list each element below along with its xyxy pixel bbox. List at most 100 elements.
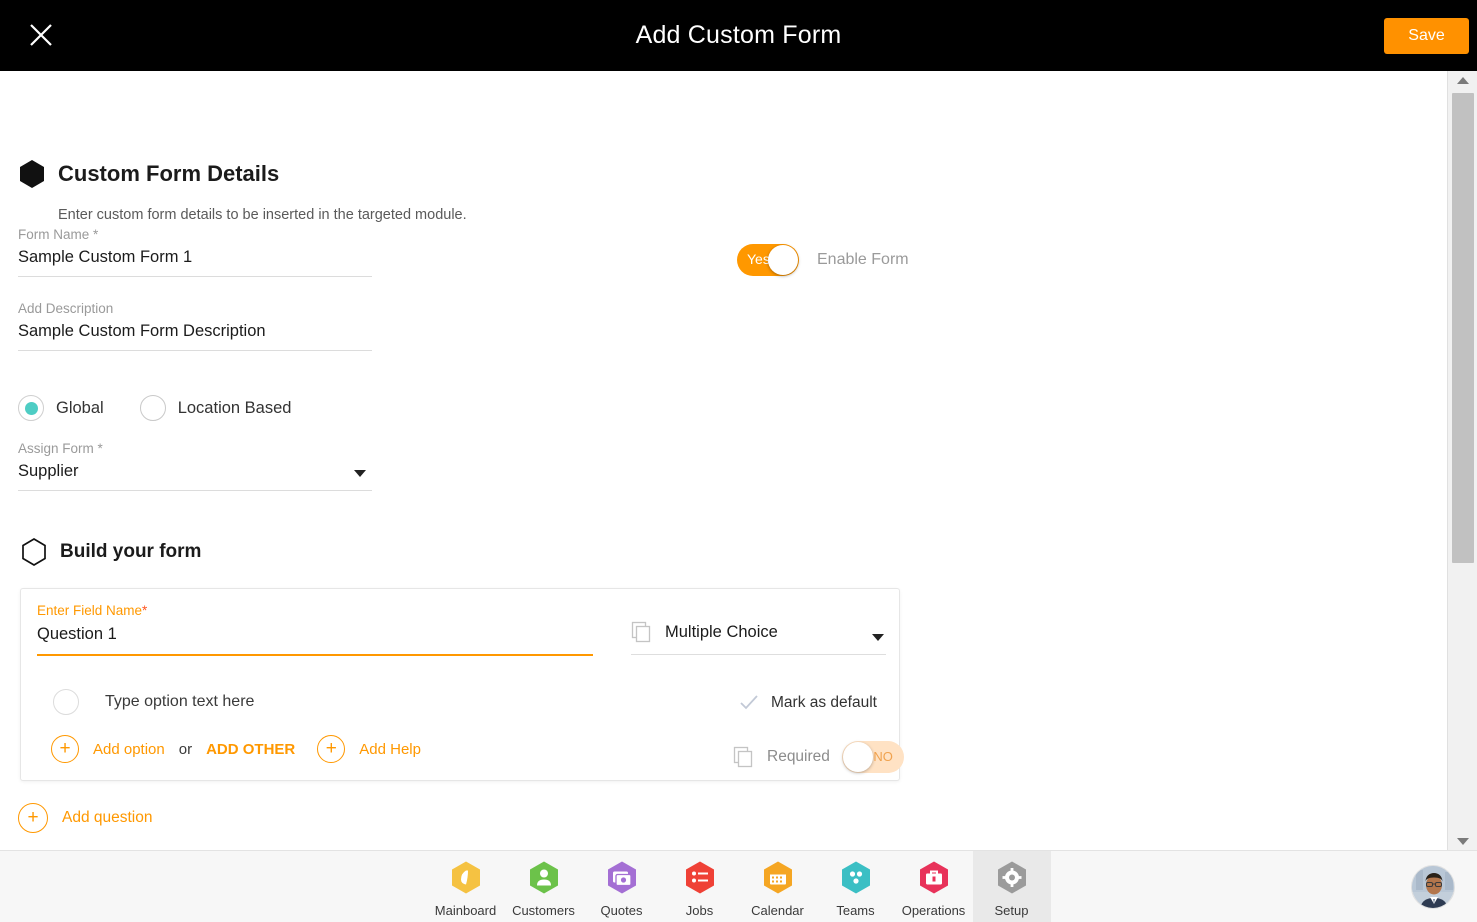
add-question-row[interactable]: Add question	[18, 803, 153, 833]
nav-item-label: Teams	[836, 902, 875, 918]
modal-header: Add Custom Form Save	[0, 0, 1477, 71]
nav-item-label: Operations	[901, 902, 966, 918]
build-form-title: Build your form	[60, 541, 202, 562]
description-field[interactable]: Add Description Sample Custom Form Descr…	[18, 301, 372, 351]
customers-icon	[529, 861, 558, 893]
vertical-scrollbar[interactable]	[1447, 71, 1477, 850]
add-question-label[interactable]: Add question	[62, 809, 153, 827]
assign-form-label: Assign Form *	[18, 441, 103, 456]
toggle-knob	[768, 245, 798, 275]
question-type-select[interactable]: Multiple Choice	[631, 621, 886, 655]
nav-item-calendar[interactable]: Calendar	[739, 851, 817, 922]
or-label: or	[178, 740, 193, 758]
mark-as-default-label: Mark as default	[771, 694, 877, 711]
toggle-knob	[842, 742, 873, 772]
calendar-icon	[763, 861, 792, 893]
teams-icon	[841, 861, 870, 893]
required-row: Required NO	[733, 741, 904, 773]
field-name-label-text: Enter Field Name	[37, 603, 143, 618]
assign-form-field[interactable]: Assign Form * Supplier	[18, 441, 372, 491]
nav-item-quotes[interactable]: Quotes	[583, 851, 661, 922]
plus-icon[interactable]	[51, 735, 79, 763]
field-name-input[interactable]: Question 1	[37, 625, 593, 656]
form-name-input[interactable]: Sample Custom Form 1	[18, 242, 372, 277]
plus-icon[interactable]	[18, 803, 48, 833]
avatar[interactable]	[1411, 865, 1455, 909]
nav-items: Mainboard Customers Quotes Jobs Calendar Team…	[427, 850, 1051, 922]
description-label: Add Description	[18, 301, 114, 316]
check-icon	[740, 695, 758, 710]
scope-radio-group: Global Location Based	[18, 395, 291, 421]
triangle-up-icon	[1457, 76, 1469, 84]
scroll-up-button[interactable]	[1448, 71, 1477, 89]
gear-icon	[997, 861, 1026, 893]
nav-item-mainboard[interactable]: Mainboard	[427, 851, 505, 922]
hexagon-outline-icon	[22, 538, 46, 566]
triangle-down-icon	[1457, 837, 1469, 845]
field-name-label: Enter Field Name*	[37, 603, 147, 618]
chevron-down-icon[interactable]	[354, 470, 366, 477]
question-card: Enter Field Name* Question 1 Multiple Ch…	[20, 588, 904, 781]
add-option-link[interactable]: Add option	[93, 741, 165, 758]
form-name-field[interactable]: Form Name * Sample Custom Form 1	[18, 227, 372, 277]
radio-global-label: Global	[56, 398, 104, 417]
add-option-row: Add option or ADD OTHER Add Help	[51, 735, 421, 763]
copy-layers-icon	[631, 621, 651, 643]
hexagon-filled-icon	[20, 160, 44, 188]
app-root: Add Custom Form Save Custom Form Details…	[0, 0, 1477, 922]
enable-form-toggle-value: Yes	[747, 251, 770, 267]
plus-icon[interactable]	[317, 735, 346, 763]
required-toggle-value: NO	[873, 749, 893, 764]
radio-global-dot	[24, 401, 38, 415]
nav-item-teams[interactable]: Teams	[817, 851, 895, 922]
jobs-icon	[685, 861, 714, 893]
save-button[interactable]: Save	[1384, 18, 1469, 54]
form-name-label: Form Name *	[18, 227, 99, 242]
nav-item-operations[interactable]: Operations	[895, 851, 973, 922]
nav-item-label: Mainboard	[434, 902, 497, 918]
question-type-value: Multiple Choice	[665, 622, 778, 641]
enable-form-row: Yes Enable Form	[737, 244, 909, 276]
required-asterisk: *	[142, 603, 148, 618]
radio-global[interactable]: Global	[18, 395, 104, 421]
chevron-down-icon[interactable]	[872, 634, 884, 641]
section-subtitle: Enter custom form details to be inserted…	[58, 207, 467, 223]
scrollbar-thumb[interactable]	[1452, 93, 1474, 563]
mainboard-icon	[451, 861, 480, 893]
radio-location-based-label: Location Based	[177, 398, 292, 417]
nav-item-customers[interactable]: Customers	[505, 851, 583, 922]
option-row: Type option text here	[53, 689, 254, 715]
quotes-icon	[607, 861, 636, 893]
bottom-navigation: Mainboard Customers Quotes Jobs Calendar Team…	[0, 850, 1477, 922]
nav-item-label: Setup	[994, 902, 1029, 918]
assign-form-select[interactable]: Supplier	[18, 456, 372, 491]
description-input[interactable]: Sample Custom Form Description	[18, 316, 372, 351]
custom-form-details-header: Custom Form Details	[18, 159, 279, 189]
copy-layers-icon	[733, 746, 753, 768]
add-help-link[interactable]: Add Help	[359, 741, 421, 758]
radio-global-ring	[18, 395, 44, 421]
nav-item-jobs[interactable]: Jobs	[661, 851, 739, 922]
operations-icon	[919, 861, 948, 893]
scroll-down-button[interactable]	[1448, 832, 1477, 850]
radio-location-based-ring	[139, 395, 166, 421]
page-title: Add Custom Form	[635, 21, 842, 49]
build-form-header: Build your form	[20, 537, 201, 567]
option-text-input[interactable]: Type option text here	[105, 693, 254, 711]
radio-location-based[interactable]: Location Based	[139, 395, 292, 421]
nav-item-label: Quotes	[600, 902, 643, 918]
required-label: Required	[767, 748, 830, 765]
user-avatar-image	[1412, 866, 1454, 908]
option-radio-icon[interactable]	[53, 689, 79, 715]
modal-body: Custom Form Details Enter custom form de…	[0, 71, 1447, 850]
required-toggle[interactable]: NO	[841, 741, 904, 773]
nav-item-label: Calendar	[751, 902, 804, 918]
mark-as-default-toggle[interactable]: Mark as default	[739, 694, 877, 712]
nav-item-label: Jobs	[685, 902, 714, 918]
nav-item-label: Customers	[512, 902, 575, 918]
enable-form-label: Enable Form	[817, 251, 909, 268]
enable-form-toggle[interactable]: Yes	[737, 244, 799, 276]
add-other-link[interactable]: ADD OTHER	[206, 741, 295, 758]
nav-item-setup[interactable]: Setup	[972, 850, 1051, 922]
section-title: Custom Form Details	[58, 161, 280, 186]
